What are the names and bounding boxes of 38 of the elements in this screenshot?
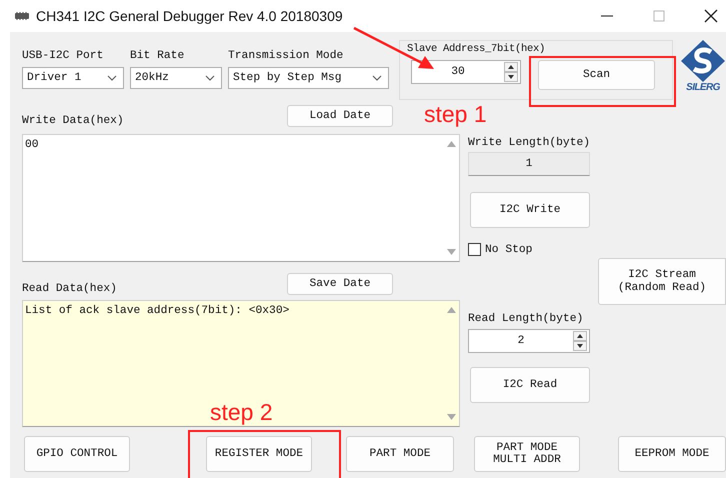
logo: SILERG xyxy=(680,40,726,93)
window-title: CH341 I2C General Debugger Rev 4.0 20180309 xyxy=(36,8,344,24)
checkbox-label: No Stop xyxy=(485,244,532,256)
dropdown[interactable]: Driver 1 xyxy=(22,67,124,89)
read-button[interactable]: I2C Read xyxy=(470,367,590,403)
field-label: Read Data(hex) xyxy=(22,283,117,295)
dropdown[interactable]: 20kHz xyxy=(130,67,222,89)
annotation-text: step 2 xyxy=(210,399,273,426)
chevron-down-icon[interactable] xyxy=(205,75,215,81)
scan-button[interactable]: Scan xyxy=(538,60,655,90)
load-button[interactable]: Load Date xyxy=(287,105,393,127)
annotation-text: step 1 xyxy=(424,101,487,128)
mode-button[interactable]: REGISTER MODE xyxy=(206,436,312,472)
field-label: Write Length(byte) xyxy=(468,137,590,149)
stream-button[interactable]: I2C Stream (Random Read) xyxy=(598,258,726,305)
field-label: Bit Rate xyxy=(130,50,186,62)
spin-arrows-icon[interactable] xyxy=(504,62,518,82)
mode-button[interactable]: PART MODE xyxy=(346,436,454,472)
mode-button[interactable]: EEPROM MODE xyxy=(618,436,726,472)
chevron-down-icon[interactable] xyxy=(372,75,382,81)
address-spinbox[interactable]: 30 xyxy=(411,60,521,84)
save-button[interactable]: Save Date xyxy=(287,273,393,295)
chevron-down-icon[interactable] xyxy=(107,75,117,81)
group-label: Slave Address_7bit(hex) xyxy=(407,43,546,55)
checkbox[interactable] xyxy=(468,243,481,256)
write-button[interactable]: I2C Write xyxy=(470,192,590,228)
mode-button[interactable]: PART MODE MULTI ADDR xyxy=(474,436,580,472)
chip-icon xyxy=(14,11,30,21)
spin-arrows-icon[interactable] xyxy=(573,331,587,351)
field-label: Transmission Mode xyxy=(228,50,344,62)
close-icon[interactable] xyxy=(704,9,718,23)
read-length-spinbox[interactable]: 2 xyxy=(468,329,590,353)
dropdown[interactable]: Step by Step Msg xyxy=(228,67,389,89)
field-label: Read Length(byte) xyxy=(468,313,584,325)
write-length-field[interactable]: 1 xyxy=(468,152,590,176)
field-label: Write Data(hex) xyxy=(22,115,124,127)
mode-button[interactable]: GPIO CONTROL xyxy=(24,436,130,472)
field-label: USB-I2C Port xyxy=(22,50,104,62)
